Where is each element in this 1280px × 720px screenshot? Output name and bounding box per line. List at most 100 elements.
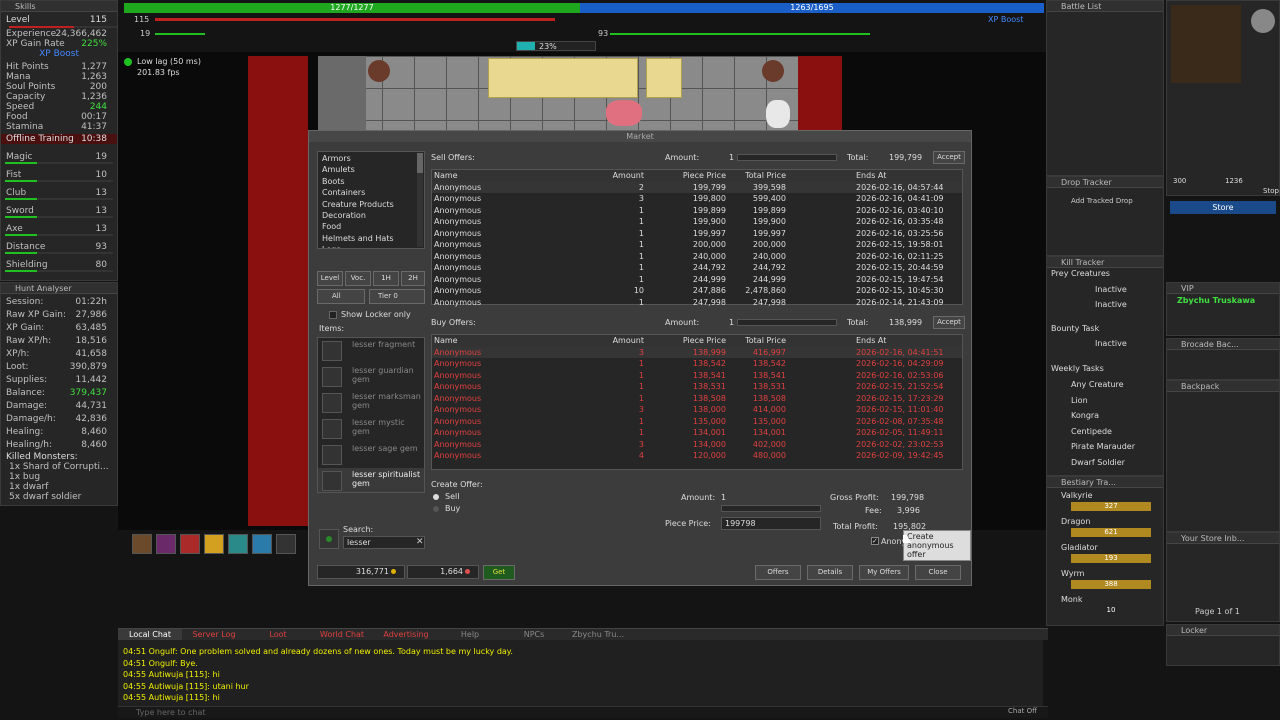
category-select[interactable]: All [317, 289, 365, 304]
sell-offer-row[interactable]: Anonymous 1 199,900 199,900 2026-02-16, 03:3… [432, 216, 962, 228]
prey-slot-1[interactable]: Inactive [1095, 285, 1127, 294]
action-slot-3[interactable] [180, 534, 200, 554]
category-item[interactable]: Armors [318, 153, 424, 164]
weekly-task[interactable]: Pirate Marauder [1071, 439, 1135, 455]
loot-pile[interactable] [606, 100, 642, 126]
action-bar[interactable] [128, 532, 308, 556]
sell-offer-col-header[interactable]: Amount [613, 170, 644, 182]
category-item[interactable]: Containers [318, 187, 424, 198]
category-scrollbar[interactable] [417, 153, 423, 247]
buy-offer-row[interactable]: Anonymous 1 138,542 138,542 2026-02-16, 04:2… [432, 358, 962, 370]
buy-offer-row[interactable]: Anonymous 3 138,000 414,000 2026-02-15, 11:0… [432, 404, 962, 416]
bounty-slot[interactable]: Inactive [1095, 339, 1127, 348]
filter-vocation-button[interactable]: Voc. [345, 271, 371, 286]
category-item[interactable]: Decoration [318, 210, 424, 221]
xpboost-top[interactable]: XP Boost [988, 15, 1023, 24]
action-slot-4[interactable] [204, 534, 224, 554]
sell-offer-row[interactable]: Anonymous 1 200,000 200,000 2026-02-15, 19:5… [432, 239, 962, 251]
item-entry[interactable]: lesser fragment [318, 338, 424, 364]
category-item[interactable]: Food [318, 221, 424, 232]
buy-offer-col-header[interactable]: Name [434, 335, 458, 347]
item-entry[interactable]: lesser spiritualist gem [318, 468, 424, 492]
tier-select[interactable]: Tier 0 [369, 289, 425, 304]
action-slot-1[interactable] [132, 534, 152, 554]
my-offers-button[interactable]: My Offers [859, 565, 909, 580]
buy-offer-row[interactable]: Anonymous 1 138,541 138,541 2026-02-16, 02:5… [432, 370, 962, 382]
xpboost-badge[interactable]: XP Boost [1, 49, 117, 59]
sell-offer-row[interactable]: Anonymous 3 199,800 599,400 2026-02-16, 04:4… [432, 193, 962, 205]
category-item[interactable]: Helmets and Hats [318, 233, 424, 244]
buy-offer-row[interactable]: Anonymous 3 138,999 416,997 2026-02-16, 04:4… [432, 346, 962, 358]
weekly-task[interactable]: Any Creature [1071, 377, 1135, 393]
filter-1h-button[interactable]: 1H [373, 271, 399, 286]
minimap[interactable] [1171, 5, 1241, 83]
add-tracked-drop-button[interactable]: Add Tracked Drop [1071, 197, 1133, 205]
sell-offer-col-header[interactable]: Piece Price [683, 170, 726, 182]
buy-offer-row[interactable]: Anonymous 1 134,001 134,001 2026-02-05, 11:4… [432, 427, 962, 439]
store-button[interactable]: Store [1170, 201, 1276, 214]
filter-level-button[interactable]: Level [317, 271, 343, 286]
create-amount-slider[interactable] [721, 505, 821, 512]
buy-offer-col-header[interactable]: Total Price [745, 335, 786, 347]
category-item[interactable]: Creature Products [318, 199, 424, 210]
sell-offer-row[interactable]: Anonymous 1 244,999 244,999 2026-02-15, 19:4… [432, 274, 962, 286]
search-input[interactable]: lesser [343, 536, 425, 549]
sell-offer-col-header[interactable]: Ends At [856, 170, 886, 182]
buy-amount-slider[interactable] [737, 319, 837, 326]
piece-price-input[interactable]: 199798 [721, 517, 821, 530]
buy-offer-row[interactable]: Anonymous 1 138,508 138,508 2026-02-15, 17:2… [432, 393, 962, 405]
sell-radio[interactable] [433, 494, 439, 500]
sell-offer-row[interactable]: Anonymous 1 199,899 199,899 2026-02-16, 03:4… [432, 205, 962, 217]
prey-slot-2[interactable]: Inactive [1095, 300, 1127, 309]
chat-input[interactable]: Type here to chat [118, 706, 1048, 718]
chat-off-button[interactable]: Chat Off [1008, 707, 1037, 715]
sell-offer-row[interactable]: Anonymous 2 199,799 399,598 2026-02-16, 04:5… [432, 181, 962, 193]
sell-offer-row[interactable]: Anonymous 1 240,000 240,000 2026-02-16, 02:1… [432, 251, 962, 263]
item-entry[interactable]: lesser mystic gem [318, 416, 424, 442]
buy-offer-col-header[interactable]: Amount [613, 335, 644, 347]
action-slot-2[interactable] [156, 534, 176, 554]
sell-offer-row[interactable]: Anonymous 10 247,886 2,478,860 2026-02-15, 1… [432, 285, 962, 297]
compass-icon[interactable] [1251, 9, 1275, 33]
category-item[interactable]: Amulets [318, 164, 424, 175]
buy-offer-row[interactable]: Anonymous 1 135,000 135,000 2026-02-08, 07:3… [432, 416, 962, 428]
category-item[interactable]: Boots [318, 176, 424, 187]
weekly-task[interactable]: Centipede [1071, 424, 1135, 440]
offers-button[interactable]: Offers [755, 565, 801, 580]
sell-offers-table[interactable]: Name Amount Piece Price Total Price Ends At A… [431, 169, 963, 307]
item-entry[interactable]: lesser sage gem [318, 442, 424, 468]
category-item[interactable]: Legs [318, 244, 424, 248]
minimap-panel[interactable]: 300 1236 Stop [1166, 0, 1280, 196]
buy-radio[interactable] [433, 506, 439, 512]
sell-offer-row[interactable]: Anonymous 1 247,998 247,998 2026-02-14, 21:4… [432, 297, 962, 309]
buy-offers-table[interactable]: Name Amount Piece Price Total Price Ends At A… [431, 334, 963, 470]
item-entry[interactable]: lesser guardian gem [318, 364, 424, 390]
sell-offer-col-header[interactable]: Total Price [745, 170, 786, 182]
filter-2h-button[interactable]: 2H [401, 271, 425, 286]
buy-offer-col-header[interactable]: Piece Price [683, 335, 726, 347]
clear-search-icon[interactable]: ✕ [416, 538, 424, 547]
category-list[interactable]: Armors Amulets Boots Containers Creature Pro… [317, 151, 425, 249]
close-button[interactable]: Close [915, 565, 961, 580]
sell-accept-button[interactable]: Accept [933, 151, 965, 164]
weekly-task[interactable]: Lion [1071, 393, 1135, 409]
action-slot-6[interactable] [252, 534, 272, 554]
details-button[interactable]: Details [807, 565, 853, 580]
buy-offer-row[interactable]: Anonymous 1 138,531 138,531 2026-02-15, 21:5… [432, 381, 962, 393]
stop-button[interactable]: Stop [1263, 187, 1279, 195]
buy-offer-row[interactable]: Anonymous 3 134,000 402,000 2026-02-02, 23:0… [432, 439, 962, 451]
sell-offer-col-header[interactable]: Name [434, 170, 458, 182]
item-entry[interactable]: lesser marksman gem [318, 390, 424, 416]
sell-offer-row[interactable]: Anonymous 1 199,997 199,997 2026-02-16, 03:2… [432, 228, 962, 240]
buy-offer-col-header[interactable]: Ends At [856, 335, 886, 347]
buy-accept-button[interactable]: Accept [933, 316, 965, 329]
items-list[interactable]: lesser fragment lesser guardian gem lesser… [317, 337, 425, 493]
anonymous-checkbox[interactable]: ✓ [871, 537, 879, 545]
sell-offer-row[interactable]: Anonymous 1 244,792 244,792 2026-02-15, 20:4… [432, 262, 962, 274]
weekly-task[interactable]: Kongra [1071, 408, 1135, 424]
action-slot-7[interactable] [276, 534, 296, 554]
buy-offer-row[interactable]: Anonymous 4 120,000 480,000 2026-02-09, 19:4… [432, 450, 962, 462]
get-coins-button[interactable]: Get [483, 565, 515, 580]
weekly-task[interactable]: Dwarf Soldier [1071, 455, 1135, 471]
action-slot-5[interactable] [228, 534, 248, 554]
